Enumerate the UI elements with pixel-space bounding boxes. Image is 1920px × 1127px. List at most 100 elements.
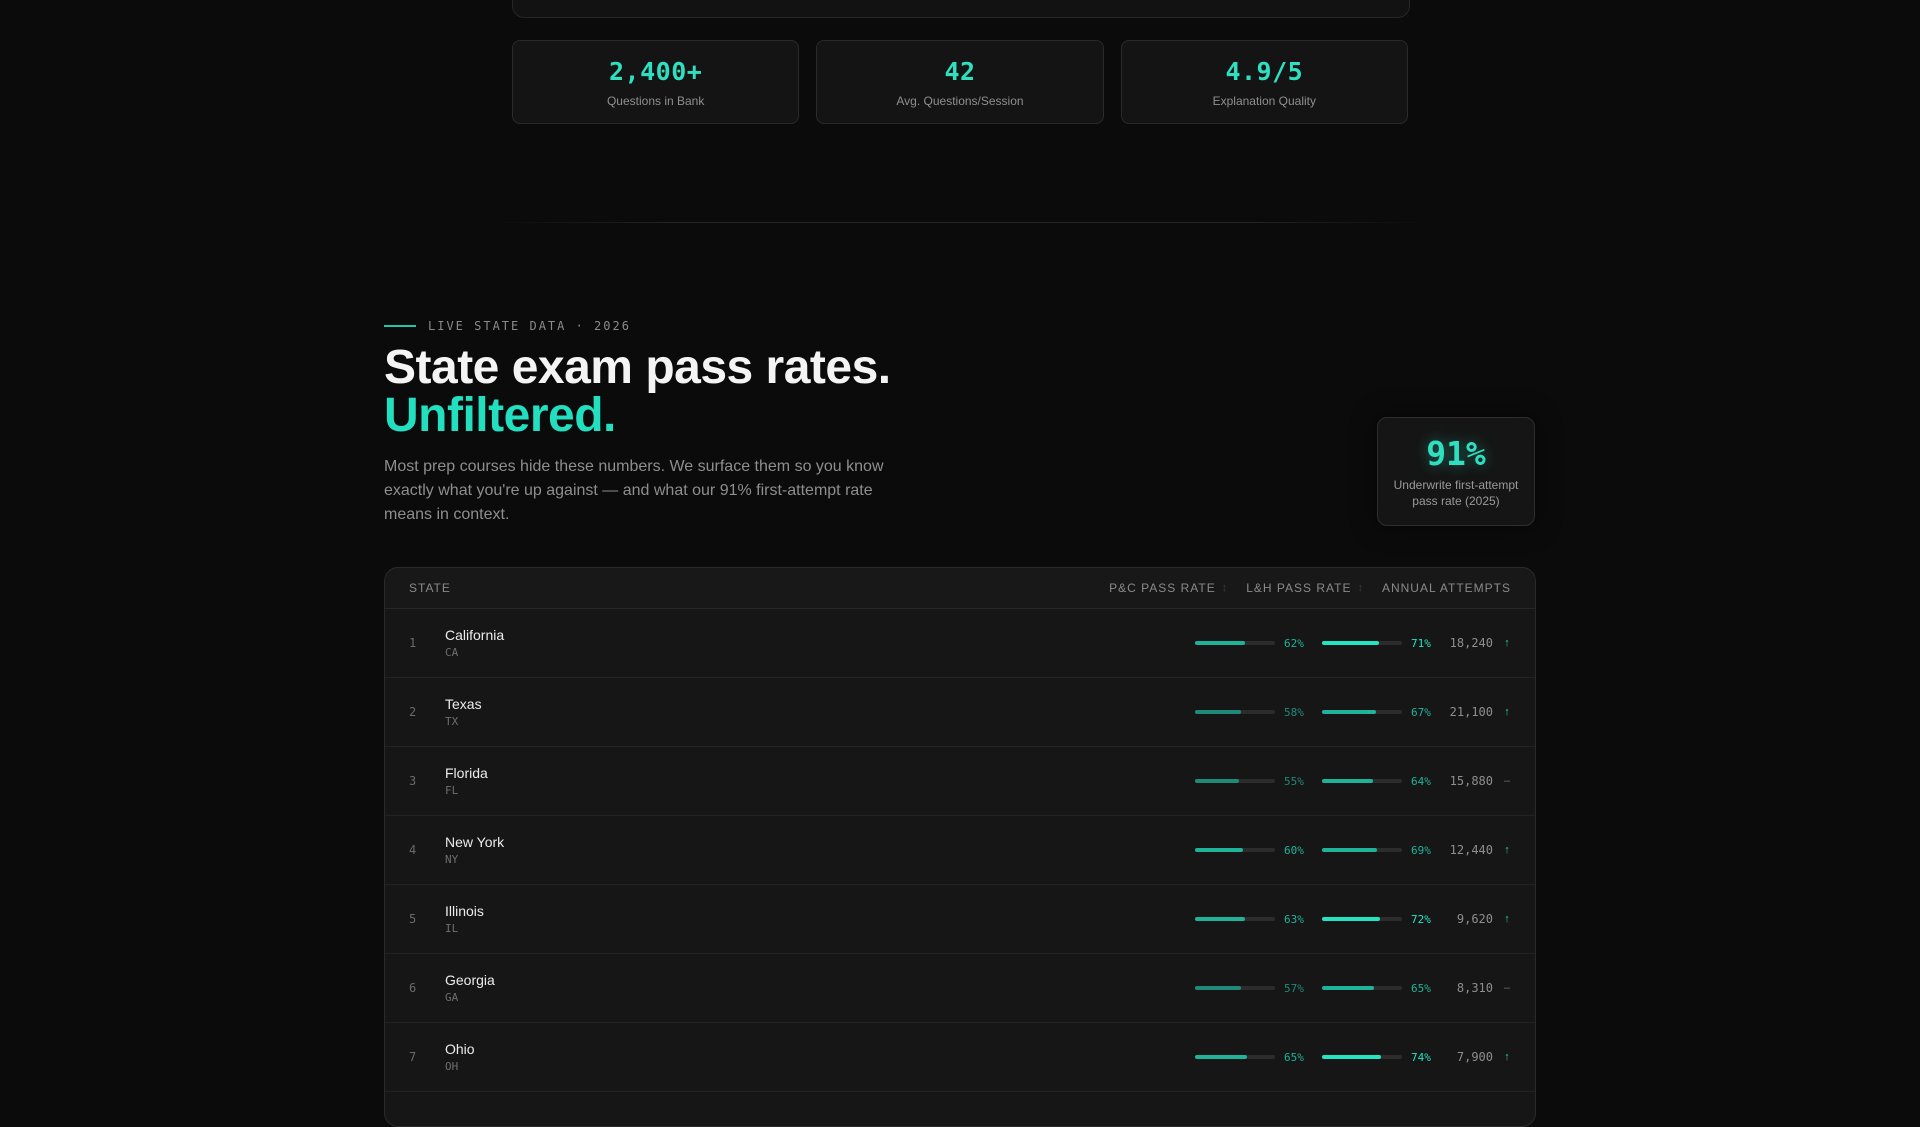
- pc-pass-rate-bar-fill: [1195, 848, 1243, 852]
- pc-pass-rate-bar-fill: [1195, 710, 1242, 714]
- stat-card-avg-session: 42 Avg. Questions/Session: [816, 40, 1104, 124]
- column-header-state[interactable]: STATE: [409, 581, 1109, 595]
- lh-pass-rate-bar-fill: [1322, 1055, 1382, 1059]
- column-header-label: ANNUAL ATTEMPTS: [1381, 581, 1511, 595]
- state-cell: Texas TX: [445, 696, 1195, 728]
- state-cell: Ohio OH: [445, 1041, 1195, 1073]
- table-body: 1 California CA 62% 71% 18,240 ↑ 2 Texas TX 58% 67%…: [385, 609, 1535, 1092]
- state-cell: New York NY: [445, 834, 1195, 866]
- section-intro: Most prep courses hide these numbers. We…: [384, 458, 884, 523]
- state-name: Illinois: [445, 903, 484, 919]
- state-code: NY: [445, 853, 459, 866]
- sort-icon: ↕: [1221, 582, 1229, 594]
- table-header: STATE P&C PASS RATE ↕ L&H PASS RATE ↕ AN…: [385, 568, 1535, 609]
- sort-icon: ↕: [1357, 582, 1364, 594]
- pc-pass-rate-bar-fill: [1195, 917, 1246, 921]
- stat-label: Avg. Questions/Session: [896, 93, 1024, 108]
- top-card-edge: [512, 0, 1410, 18]
- lh-pass-rate-bar-fill: [1322, 710, 1376, 714]
- annual-attempts-value: 9,620: [1456, 912, 1493, 926]
- pc-pass-rate-bar: [1195, 986, 1275, 990]
- table-row[interactable]: 1 California CA 62% 71% 18,240 ↑: [385, 609, 1535, 678]
- lh-pass-rate-bar-fill: [1322, 917, 1380, 921]
- row-metrics: 57% 65% 8,310–: [1195, 981, 1511, 995]
- stat-value: 42: [944, 56, 976, 86]
- table-row[interactable]: 3 Florida FL 55% 64% 15,880–: [385, 747, 1535, 816]
- lh-pass-rate-value: 67%: [1411, 705, 1431, 719]
- column-header-annual-attempts[interactable]: ANNUAL ATTEMPTS: [1382, 581, 1511, 595]
- trend-icon: ↑: [1504, 1051, 1510, 1063]
- lh-pass-rate-bar: [1322, 848, 1402, 852]
- trend-icon: –: [1503, 775, 1511, 787]
- annual-attempts-value: 18,240: [1449, 636, 1493, 650]
- eyebrow-accent-line: [384, 325, 416, 327]
- column-header-lh-pass-rate[interactable]: L&H PASS RATE ↕: [1246, 581, 1364, 595]
- state-name: Ohio: [445, 1041, 475, 1057]
- state-name: Florida: [445, 765, 488, 781]
- annual-attempts-value: 7,900: [1456, 1050, 1493, 1064]
- row-rank: 4: [409, 843, 417, 857]
- section-eyebrow: LIVE STATE DATA · 2026: [384, 319, 631, 333]
- pass-rate-table: STATE P&C PASS RATE ↕ L&H PASS RATE ↕ AN…: [384, 567, 1536, 1127]
- lh-pass-rate-bar: [1322, 986, 1402, 990]
- state-cell: Georgia GA: [445, 972, 1195, 1004]
- state-cell: Florida FL: [445, 765, 1195, 797]
- state-name: Georgia: [445, 972, 495, 988]
- column-header-label: STATE: [409, 581, 451, 595]
- state-cell: California CA: [445, 627, 1195, 659]
- pc-pass-rate-bar: [1195, 779, 1275, 783]
- lh-pass-rate-value: 65%: [1411, 981, 1431, 995]
- state-code: TX: [445, 715, 459, 728]
- lh-pass-rate-bar-fill: [1322, 986, 1374, 990]
- stat-card-explanation-quality: 4.9/5 Explanation Quality: [1120, 40, 1408, 124]
- stat-card-questions: 2,400+ Questions in Bank: [512, 40, 800, 124]
- pc-pass-rate-value: 55%: [1284, 774, 1304, 788]
- stat-label: Questions in Bank: [606, 93, 705, 108]
- pc-pass-rate-bar-fill: [1195, 986, 1241, 990]
- stats-row: 2,400+ Questions in Bank 42 Avg. Questio…: [512, 40, 1408, 124]
- state-code: CA: [445, 646, 459, 659]
- badge-label: Underwrite first-attempt pass rate (2025…: [1393, 478, 1519, 508]
- stat-label: Explanation Quality: [1212, 93, 1317, 108]
- table-row[interactable]: 4 New York NY 60% 69% 12,440 ↑: [385, 816, 1535, 885]
- table-row[interactable]: 5 Illinois IL 63% 72% 9,620 ↑: [385, 885, 1535, 954]
- stat-value: 2,400+: [609, 56, 703, 86]
- state-name: Texas: [445, 696, 482, 712]
- annual-attempts-value: 21,100: [1449, 705, 1493, 719]
- pc-pass-rate-bar-fill: [1195, 779, 1239, 783]
- pc-pass-rate-value: 58%: [1284, 705, 1304, 719]
- state-name: California: [445, 627, 505, 643]
- state-name: New York: [445, 834, 505, 850]
- column-header-label: P&C PASS RATE: [1109, 581, 1216, 595]
- annual-attempts-value: 12,440: [1449, 843, 1493, 857]
- table-row[interactable]: 2 Texas TX 58% 67% 21,100 ↑: [385, 678, 1535, 747]
- pc-pass-rate-bar: [1195, 710, 1275, 714]
- lh-pass-rate-bar-fill: [1322, 779, 1374, 783]
- state-code: GA: [445, 991, 459, 1004]
- row-metrics: 62% 71% 18,240 ↑: [1195, 636, 1511, 650]
- column-header-pc-pass-rate[interactable]: P&C PASS RATE ↕: [1109, 581, 1228, 595]
- annual-attempts-value: 8,310: [1456, 981, 1493, 995]
- section-divider: [490, 222, 1430, 223]
- table-row[interactable]: 7 Ohio OH 65% 74% 7,900 ↑: [385, 1023, 1535, 1092]
- badge-value: 91%: [1426, 434, 1486, 473]
- pc-pass-rate-value: 65%: [1284, 1050, 1304, 1064]
- section-title: State exam pass rates. Unfiltered.: [384, 344, 891, 440]
- pc-pass-rate-bar: [1195, 1055, 1275, 1059]
- column-header-label: L&H PASS RATE: [1246, 581, 1352, 595]
- table-row[interactable]: 6 Georgia GA 57% 65% 8,310–: [385, 954, 1535, 1023]
- pc-pass-rate-value: 57%: [1284, 981, 1304, 995]
- row-metrics: 58% 67% 21,100 ↑: [1195, 705, 1511, 719]
- lh-pass-rate-bar: [1322, 779, 1402, 783]
- row-rank: 7: [409, 1050, 417, 1064]
- lh-pass-rate-bar: [1322, 917, 1402, 921]
- trend-icon: ↑: [1504, 844, 1510, 856]
- trend-icon: ↑: [1504, 706, 1510, 718]
- row-metrics: 55% 64% 15,880–: [1195, 774, 1511, 788]
- lh-pass-rate-value: 71%: [1411, 636, 1431, 650]
- lh-pass-rate-value: 64%: [1411, 774, 1431, 788]
- pc-pass-rate-bar: [1195, 917, 1275, 921]
- row-rank: 5: [409, 912, 417, 926]
- section-title-line1: State exam pass rates.: [384, 341, 891, 394]
- row-rank: 6: [409, 981, 417, 995]
